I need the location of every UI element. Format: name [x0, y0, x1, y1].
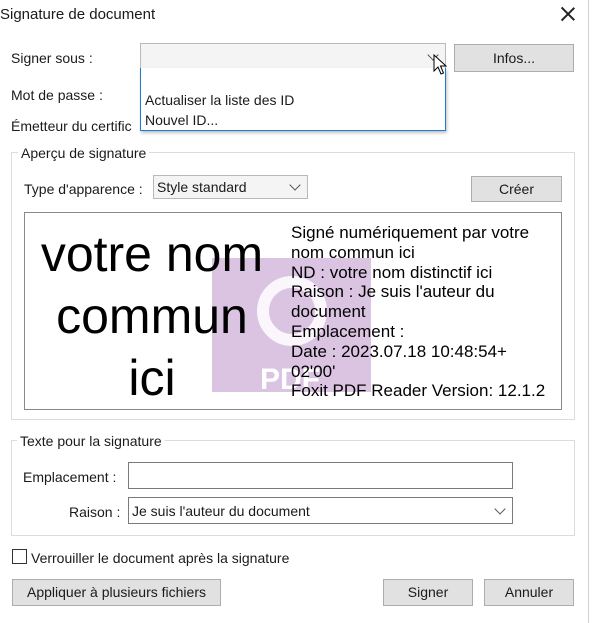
- reason-value: Je suis l'auteur du document: [132, 503, 310, 519]
- preview-info-line: 02'00': [291, 361, 336, 381]
- reason-label: Raison :: [69, 504, 121, 520]
- password-label: Mot de passe :: [11, 87, 103, 103]
- dropdown-item-new-id[interactable]: Nouvel ID...: [145, 112, 218, 128]
- location-input[interactable]: [128, 462, 513, 489]
- preview-name-line: commun: [56, 288, 248, 344]
- signature-text-group-title: Texte pour la signature: [17, 433, 165, 449]
- signature-preview: PDF votre nom commun ici Signé numérique…: [24, 212, 562, 410]
- preview-group-title: Aperçu de signature: [18, 145, 150, 161]
- lock-document-checkbox[interactable]: [12, 549, 27, 564]
- sign-under-label: Signer sous :: [11, 50, 93, 66]
- reason-select[interactable]: Je suis l'auteur du document: [128, 497, 513, 524]
- location-label: Emplacement :: [23, 469, 117, 485]
- preview-name-line: ici: [128, 350, 176, 406]
- preview-info-line: Foxit PDF Reader Version: 12.1.2: [291, 381, 546, 401]
- appearance-type-value: Style standard: [157, 179, 247, 195]
- preview-info-line: nom commun ici: [291, 242, 415, 262]
- appearance-type-select[interactable]: Style standard: [153, 175, 308, 199]
- lock-document-label[interactable]: Verrouiller le document après la signatu…: [31, 550, 289, 566]
- preview-signature-info: Signé numériquement par votre nom commun…: [291, 223, 561, 401]
- preview-info-line: ND : votre nom distinctif ici: [291, 262, 493, 282]
- sign-under-dropdown: Actualiser la liste des ID Nouvel ID...: [140, 68, 446, 131]
- preview-info-line: document: [291, 302, 366, 322]
- appearance-type-label: Type d'apparence :: [24, 181, 143, 197]
- issuer-label: Émetteur du certific: [11, 118, 132, 134]
- info-button[interactable]: Infos...: [454, 44, 574, 72]
- close-icon[interactable]: [558, 4, 578, 24]
- preview-name-line: votre nom: [40, 226, 264, 282]
- mouse-cursor-icon: [433, 54, 448, 75]
- preview-info-line: Emplacement :: [291, 321, 405, 341]
- preview-common-name: votre nom commun ici: [25, 223, 279, 409]
- chevron-down-icon: [289, 179, 301, 191]
- dropdown-item-refresh[interactable]: Actualiser la liste des ID: [145, 92, 294, 108]
- create-button[interactable]: Créer: [471, 176, 562, 202]
- apply-multiple-files-button[interactable]: Appliquer à plusieurs fichiers: [12, 579, 221, 606]
- sign-button[interactable]: Signer: [383, 579, 473, 606]
- window-edge: [588, 0, 589, 623]
- preview-info-line: Signé numériquement par votre: [291, 223, 530, 242]
- preview-info-line: Date : 2023.07.18 10:48:54+: [291, 341, 507, 361]
- cancel-button[interactable]: Annuler: [484, 579, 574, 606]
- chevron-down-icon: [494, 503, 506, 515]
- sign-under-select[interactable]: [140, 43, 446, 71]
- preview-info-line: Raison : Je suis l'auteur du: [291, 282, 495, 302]
- dialog-title: Signature de document: [0, 6, 156, 23]
